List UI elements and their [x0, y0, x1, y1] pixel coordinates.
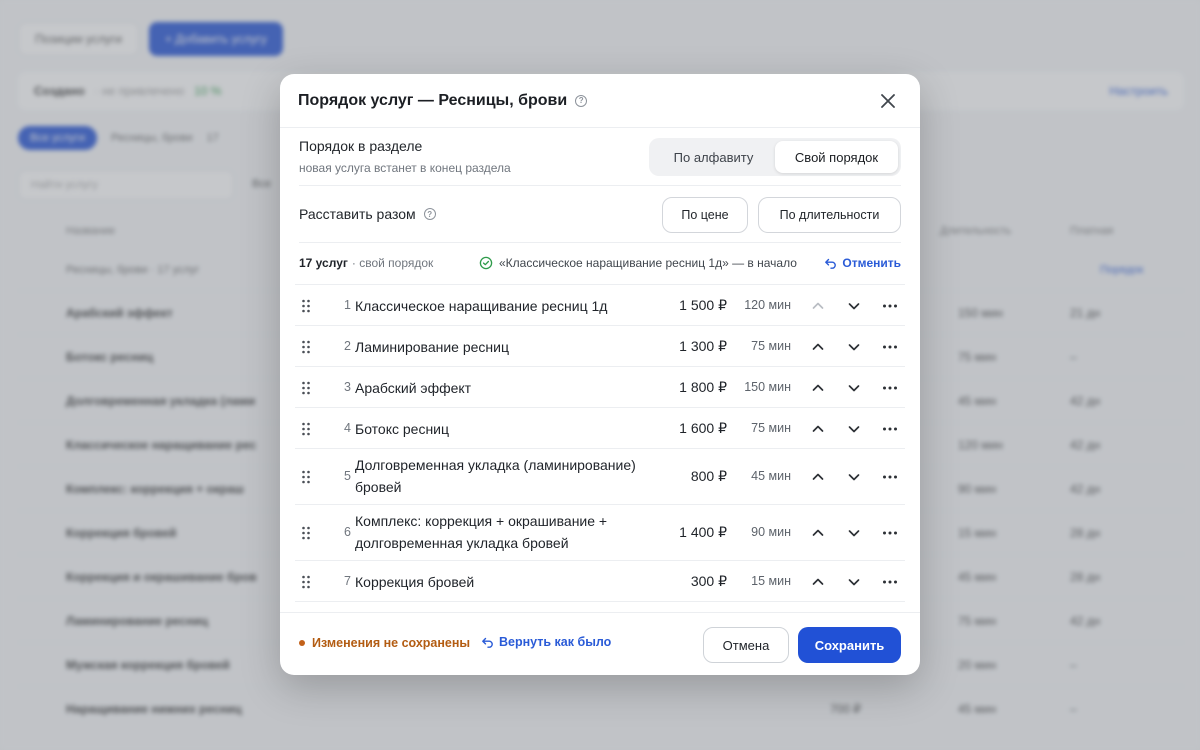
drag-handle-icon[interactable]	[301, 526, 311, 540]
more-options-icon[interactable]	[881, 338, 899, 356]
service-row: 3 Арабский эффект 1 800 ₽ 150 мин	[295, 367, 905, 408]
service-duration: 120 мин	[744, 297, 791, 312]
service-price: 1 300 ₽	[679, 337, 727, 354]
service-row: 4 Ботокс ресниц 1 600 ₽ 75 мин	[295, 408, 905, 449]
undo-icon	[825, 258, 837, 269]
unsaved-indicator: Изменения не сохранены	[299, 636, 470, 650]
service-position: 7	[344, 573, 351, 588]
service-row: 1 Классическое наращивание ресниц 1д 1 500…	[295, 285, 905, 326]
service-position: 5	[344, 469, 351, 483]
service-name: Ламинирование ресниц	[355, 338, 509, 355]
order-mode-toggle: По алфавиту Свой порядок	[649, 138, 901, 176]
undo-label: Отменить	[842, 256, 901, 270]
service-duration: 90 мин	[751, 525, 791, 539]
service-row: 7 Коррекция бровей 300 ₽ 15 мин	[295, 561, 905, 602]
move-up-icon	[809, 297, 827, 315]
action-status: «Классическое наращивание ресниц 1д» — в…	[479, 256, 797, 270]
revert-button[interactable]: Вернуть как было	[481, 635, 611, 649]
service-price: 800 ₽	[690, 468, 727, 484]
service-position: 1	[344, 297, 351, 312]
order-alphabet-option[interactable]: По алфавиту	[652, 141, 775, 173]
service-duration: 15 мин	[751, 573, 791, 588]
drag-handle-icon[interactable]	[301, 381, 311, 395]
service-position: 3	[344, 379, 351, 394]
order-custom-option[interactable]: Свой порядок	[775, 141, 898, 173]
move-up-icon[interactable]	[809, 573, 827, 591]
service-row: 2 Ламинирование ресниц 1 300 ₽ 75 мин	[295, 326, 905, 367]
undo-button[interactable]: Отменить	[824, 256, 901, 270]
service-count: 17 услуг	[299, 256, 348, 270]
service-duration: 45 мин	[751, 469, 791, 483]
dialog-header: Порядок услуг — Ресницы, брови ?	[280, 74, 920, 128]
service-name: Комплекс: коррекция + окрашивание + долг…	[355, 513, 608, 551]
revert-icon	[482, 637, 493, 648]
move-down-icon[interactable]	[845, 379, 863, 397]
drag-handle-icon[interactable]	[301, 340, 311, 354]
order-label: Порядок в разделе	[299, 138, 423, 154]
service-price: 300 ₽	[690, 572, 727, 589]
move-up-icon[interactable]	[809, 338, 827, 356]
service-row: 6 Комплекс: коррекция + окрашивание + дол…	[295, 505, 905, 561]
more-options-icon[interactable]	[881, 468, 899, 486]
service-row: 5 Долговременная укладка (ламинирование) …	[295, 449, 905, 505]
service-position: 6	[344, 525, 351, 539]
service-name: Коррекция бровей	[355, 573, 475, 590]
arrange-help-icon[interactable]: ?	[423, 208, 436, 220]
move-down-icon[interactable]	[845, 573, 863, 591]
service-price: 1 400 ₽	[679, 524, 727, 540]
service-name: Классическое наращивание ресниц 1д	[355, 297, 608, 314]
service-name: Долговременная укладка (ламинирование) б…	[355, 457, 636, 495]
status-bar: 17 услуг · свой порядок «Классическое на…	[299, 243, 901, 283]
unsaved-dot	[299, 640, 305, 646]
drag-handle-icon[interactable]	[301, 299, 311, 313]
move-up-icon[interactable]	[809, 420, 827, 438]
revert-label: Вернуть как было	[499, 635, 612, 649]
order-hint: новая услуга встанет в конец раздела	[299, 161, 511, 175]
arrange-label: Расставить разом	[299, 206, 416, 222]
service-name: Ботокс ресниц	[355, 420, 450, 437]
help-icon[interactable]: ?	[575, 94, 588, 107]
save-button[interactable]: Сохранить	[798, 627, 901, 663]
move-up-icon[interactable]	[809, 379, 827, 397]
dialog-footer: Изменения не сохранены Вернуть как было …	[280, 612, 920, 675]
close-icon[interactable]	[878, 91, 898, 111]
move-down-icon[interactable]	[845, 420, 863, 438]
sort-by-duration-button[interactable]: По длительности	[758, 197, 901, 233]
more-options-icon[interactable]	[881, 420, 899, 438]
sort-by-price-button[interactable]: По цене	[662, 197, 748, 233]
service-duration: 75 мин	[751, 338, 791, 353]
arrange-section: Расставить разом ? По цене По длительнос…	[299, 186, 901, 243]
order-section: Порядок в разделе новая услуга встанет в…	[299, 128, 901, 186]
move-down-icon[interactable]	[845, 338, 863, 356]
more-options-icon[interactable]	[881, 379, 899, 397]
drag-handle-icon[interactable]	[301, 470, 311, 484]
service-list: 1 Классическое наращивание ресниц 1д 1 500…	[295, 284, 905, 612]
check-circle-icon	[479, 256, 493, 270]
service-order-dialog: Порядок услуг — Ресницы, брови ? Порядок…	[280, 74, 920, 675]
service-price: 1 800 ₽	[679, 378, 727, 395]
service-duration: 75 мин	[751, 420, 791, 435]
arrange-label-wrap: Расставить разом ?	[299, 206, 436, 222]
move-up-icon[interactable]	[809, 524, 827, 542]
service-position: 2	[344, 338, 351, 353]
dialog-title: Порядок услуг — Ресницы, брови	[298, 91, 568, 109]
more-options-icon[interactable]	[881, 573, 899, 591]
order-mode-text: · свой порядок	[351, 256, 434, 270]
unsaved-text: Изменения не сохранены	[312, 636, 471, 650]
action-status-text: «Классическое наращивание ресниц 1д» — в…	[499, 256, 797, 270]
more-options-icon[interactable]	[881, 297, 899, 315]
move-down-icon[interactable]	[845, 297, 863, 315]
drag-handle-icon[interactable]	[301, 422, 311, 436]
service-name: Арабский эффект	[355, 379, 472, 396]
service-position: 4	[344, 420, 351, 435]
more-options-icon[interactable]	[881, 524, 899, 542]
service-duration: 150 мин	[744, 379, 791, 394]
move-down-icon[interactable]	[845, 468, 863, 486]
move-up-icon[interactable]	[809, 468, 827, 486]
move-down-icon[interactable]	[845, 524, 863, 542]
service-price: 1 500 ₽	[679, 296, 727, 313]
drag-handle-icon[interactable]	[301, 575, 311, 589]
service-price: 1 600 ₽	[679, 419, 727, 436]
cancel-button[interactable]: Отмена	[703, 627, 789, 663]
